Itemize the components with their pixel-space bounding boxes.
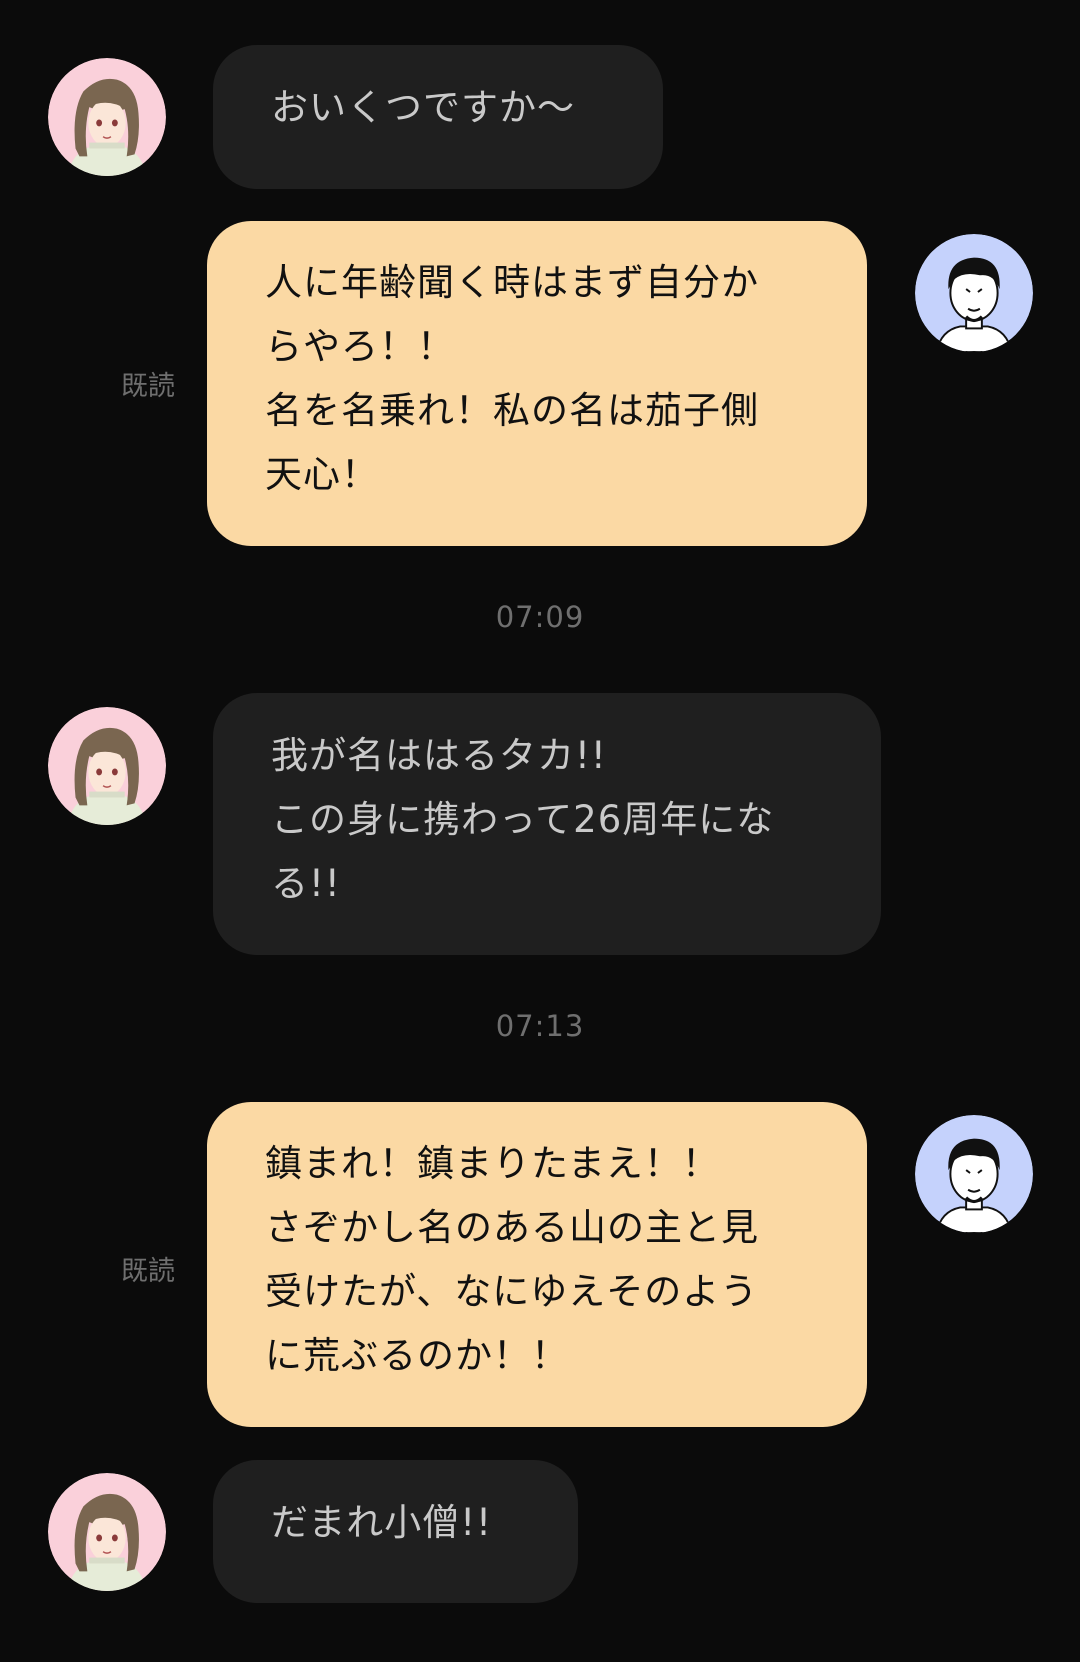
timestamp: 07:13 [495, 1009, 585, 1043]
girl-avatar-icon[interactable] [48, 58, 166, 176]
timestamp: 07:09 [495, 600, 585, 634]
message-bubble-incoming: 我が名ははるタカ!! この身に携わって26周年にな る!! [213, 693, 881, 955]
message-bubble-incoming: おいくつですか〜 [213, 45, 663, 189]
message-bubble-outgoing: 鎮まれ！鎮まりたまえ！！ さぞかし名のある山の主と見 受けたが、なにゆえそのよう… [207, 1102, 867, 1427]
girl-avatar-icon[interactable] [48, 707, 166, 825]
message-bubble-outgoing: 人に年齢聞く時はまず自分か らやろ！！ 名を名乗れ！私の名は茄子側 天心！ [207, 221, 867, 546]
message-bubble-incoming: だまれ小僧!! [213, 1460, 578, 1603]
read-receipt: 既読 [121, 1256, 175, 1287]
read-receipt: 既読 [121, 371, 175, 402]
girl-avatar-icon[interactable] [48, 1473, 166, 1591]
man-avatar-icon[interactable] [915, 234, 1033, 352]
man-avatar-icon[interactable] [915, 1115, 1033, 1233]
